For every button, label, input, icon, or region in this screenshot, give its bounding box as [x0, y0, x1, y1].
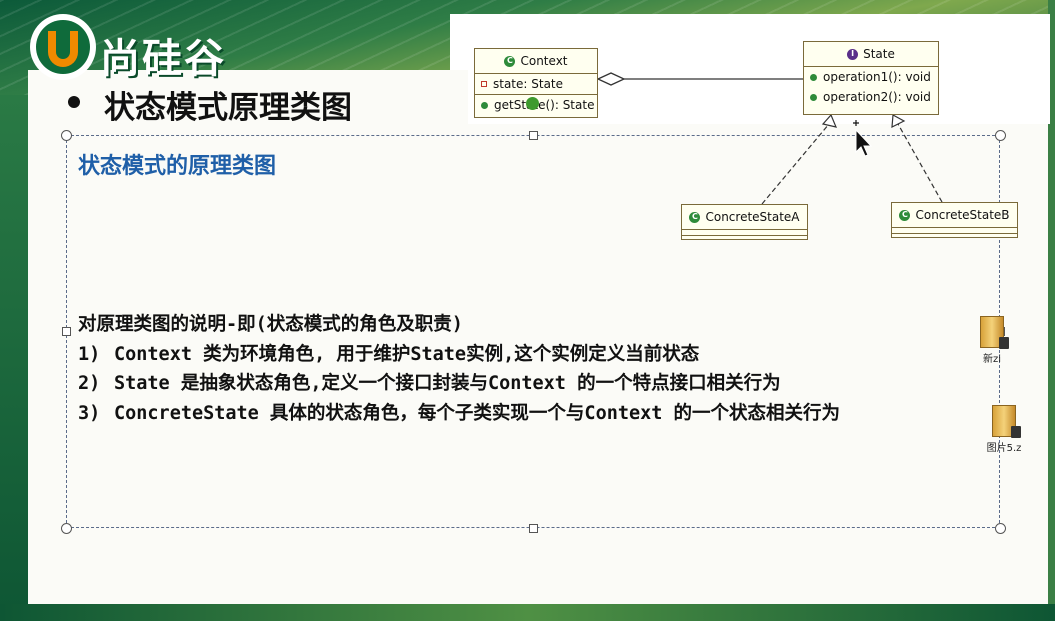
class-name: ConcreteStateA [705, 210, 800, 224]
explanation-item: 1) Context 类为环境角色, 用于维护State实例,这个实例定义当前状… [78, 340, 983, 370]
desktop-file-icon[interactable]: 图片5.z [984, 405, 1024, 454]
uml-class-concrete-state-b[interactable]: C ConcreteStateB [891, 202, 1018, 238]
item-number: 2) [78, 373, 101, 394]
logo-text: 尚硅谷 [100, 36, 226, 82]
title-bullet [68, 96, 80, 108]
uml-class-concrete-state-a[interactable]: C ConcreteStateA [681, 204, 808, 240]
desktop-file-label: 图片5.z [986, 443, 1022, 454]
mouse-cursor-icon [853, 120, 873, 157]
field-icon [481, 81, 487, 87]
slide: 尚硅谷 状态模式原理类图 状态模式的原理类图 对原理类图的说明-即(状态模式的角… [0, 0, 1055, 621]
resize-handle-top-right[interactable] [995, 130, 1006, 141]
resize-handle-bottom-left[interactable] [61, 523, 72, 534]
file-icon [980, 316, 1009, 349]
desktop-file-label: 新zi [982, 354, 1002, 365]
interface-name: State [863, 47, 895, 61]
item-number: 3) [78, 402, 101, 424]
item-text: State 是抽象状态角色,定义一个接口封装与Context 的一个特点接口相关… [114, 373, 781, 394]
class-name: ConcreteStateB [915, 208, 1010, 222]
explanation-item: 2) State 是抽象状态角色,定义一个接口封装与Context 的一个特点接… [78, 369, 983, 399]
interface-icon: I [847, 48, 859, 60]
class-icon: C [899, 209, 911, 221]
uml-interface-state[interactable]: I State operation1(): void operation2(): … [803, 41, 939, 115]
resize-handle-top-left[interactable] [61, 130, 72, 141]
file-icon [992, 405, 1021, 438]
class-name: Context [520, 54, 568, 68]
class-icon: C [689, 211, 701, 223]
resize-handle-bottom-right[interactable] [995, 523, 1006, 534]
item-text: ConcreteState 具体的状态角色，每个子类实现一个与Context 的… [114, 402, 841, 424]
item-number: 1) [78, 343, 101, 365]
logo: 尚硅谷 [30, 14, 280, 86]
item-text: Context 类为环境角色, 用于维护State实例,这个实例定义当前状态 [114, 343, 700, 365]
slide-title[interactable]: 状态模式原理类图 [104, 82, 352, 127]
bottom-decoration [0, 604, 1055, 621]
method-icon [810, 73, 817, 81]
section-subtitle[interactable]: 状态模式的原理类图 [78, 148, 276, 180]
interface-method: operation1(): void [823, 70, 931, 84]
left-decoration [0, 95, 28, 621]
desktop-file-icon[interactable]: 新zi [972, 316, 1012, 365]
resize-handle-top[interactable] [529, 131, 538, 140]
interface-method: operation2(): void [823, 90, 931, 104]
method-icon [481, 101, 488, 109]
resize-handle-left[interactable] [62, 327, 71, 336]
resize-handle-bottom[interactable] [529, 524, 538, 533]
explanation-text[interactable]: 对原理类图的说明-即(状态模式的角色及职责) 1) Context 类为环境角色… [78, 310, 983, 428]
explanation-heading: 对原理类图的说明-即(状态模式的角色及职责) [78, 314, 463, 335]
green-dot-marker [526, 97, 539, 110]
method-icon [810, 93, 817, 101]
logo-mark [30, 14, 96, 80]
class-field: state: State [493, 77, 564, 91]
explanation-item: 3) ConcreteState 具体的状态角色，每个子类实现一个与Contex… [78, 399, 983, 429]
class-icon: C [504, 55, 516, 67]
class-method: getState(): State [494, 98, 595, 112]
